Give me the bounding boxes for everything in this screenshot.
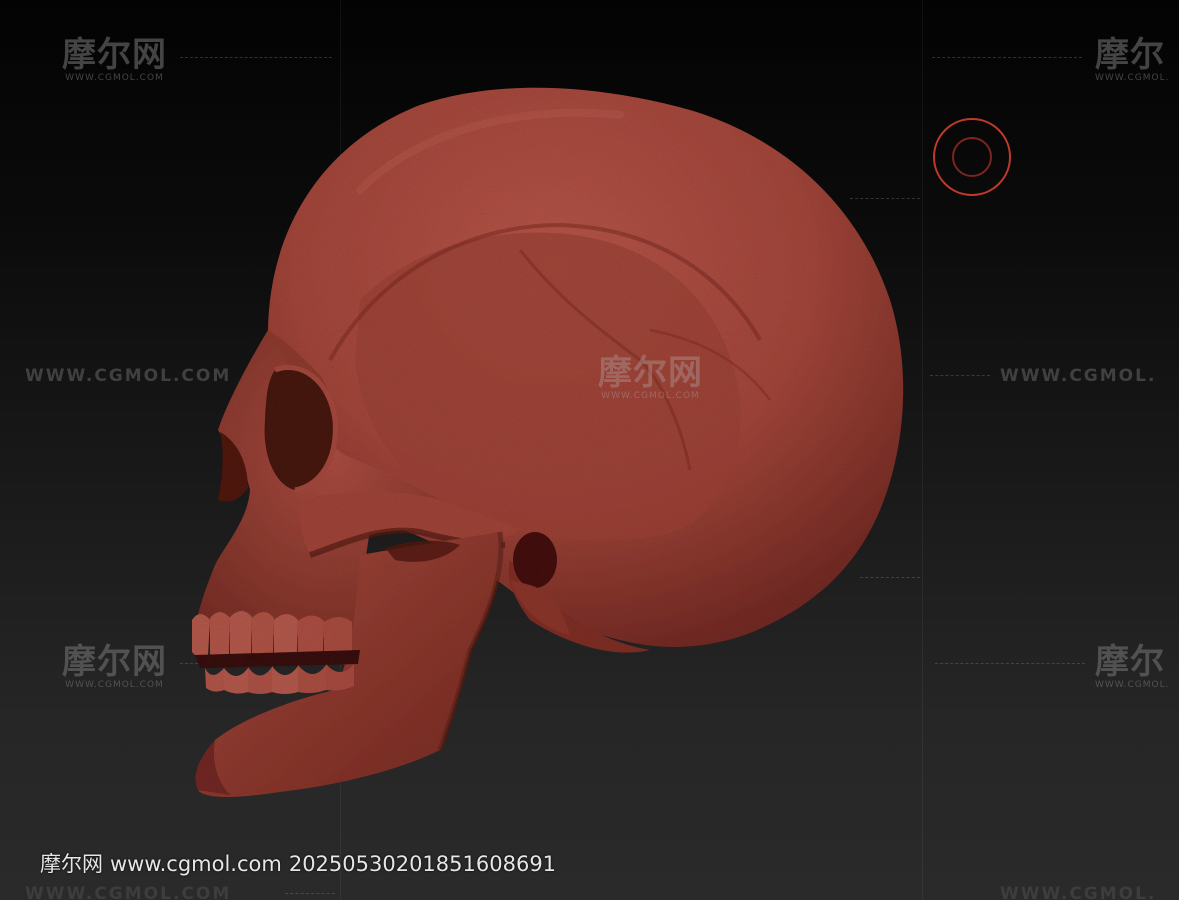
3d-viewport[interactable]: 摩尔网 WWW.CGMOL.COM 摩尔 WWW.CGMOL. 摩尔网 WWW.… [0, 0, 1179, 900]
watermark-center: 摩尔网 WWW.CGMOL.COM [598, 356, 703, 401]
rotate-indicator-icon[interactable] [932, 117, 1012, 197]
watermark-center-en: WWW.CGMOL.COM [601, 391, 700, 401]
footer-site-url: www.cgmol.com [110, 852, 282, 876]
footer-stamp: 摩尔网 www.cgmol.com 20250530201851608691 [40, 848, 563, 878]
lower-teeth [205, 664, 354, 694]
footer-id: 20250530201851608691 [288, 852, 557, 876]
ear-canal [513, 532, 557, 588]
footer-site-name: 摩尔网 [40, 852, 103, 876]
watermark-center-cn: 摩尔网 [598, 353, 703, 393]
